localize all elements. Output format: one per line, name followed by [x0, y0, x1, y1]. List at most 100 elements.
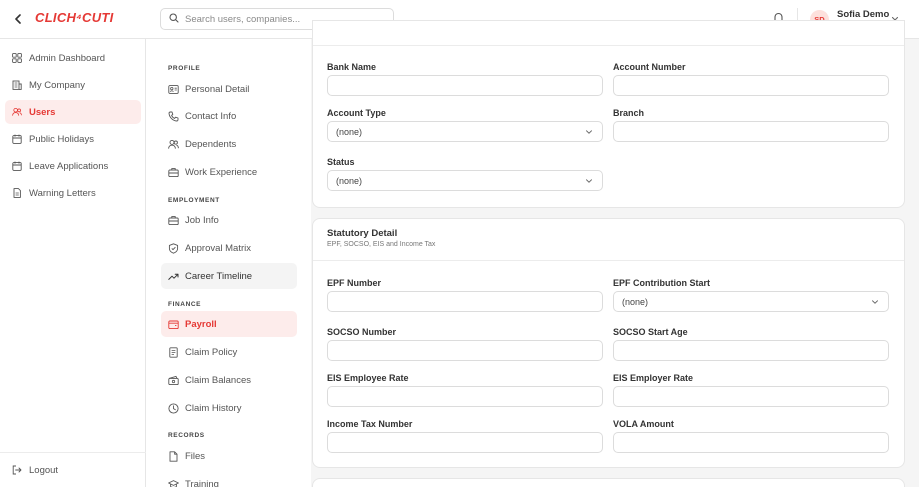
subnav-item-career-timeline[interactable]: Career Timeline: [161, 263, 297, 289]
trend-up-icon: [168, 271, 179, 282]
bank-name-label: Bank Name: [327, 62, 377, 72]
income-tax-number-label: Income Tax Number: [327, 419, 413, 429]
eis-employer-rate-label: EIS Employer Rate: [613, 373, 694, 383]
section-employment: EMPLOYMENT: [168, 197, 220, 204]
next-card: [312, 478, 905, 487]
clock-icon: [168, 402, 179, 414]
subnav-item-personal-detail[interactable]: Personal Detail: [161, 76, 297, 102]
search-icon: [169, 12, 179, 26]
card-header-divider: [313, 45, 904, 46]
subnav-item-payroll[interactable]: Payroll: [161, 311, 297, 337]
subnav-item-label: Job Info: [185, 214, 219, 226]
vola-amount-label: VOLA Amount: [613, 419, 674, 429]
app-logo[interactable]: CLICH⁴CUTI: [35, 10, 114, 25]
graduation-cap-icon: [168, 479, 179, 487]
epf-contribution-start-select[interactable]: (none): [613, 291, 889, 312]
sidebar-item-users[interactable]: Users: [5, 100, 141, 124]
statutory-subtitle: EPF, SOCSO, EIS and Income Tax: [327, 241, 436, 248]
chevron-down-icon: [585, 128, 593, 136]
sidebar-item-public-holidays[interactable]: Public Holidays: [5, 127, 141, 151]
briefcase-icon: [168, 215, 179, 226]
subnav-item-claim-history[interactable]: Claim History: [161, 395, 297, 421]
sidebar-item-my-company[interactable]: My Company: [5, 73, 141, 97]
income-tax-number-input[interactable]: [327, 432, 603, 453]
statutory-detail-card: Statutory Detail EPF, SOCSO, EIS and Inc…: [312, 218, 905, 468]
subnav-item-label: Personal Detail: [185, 83, 250, 95]
phone-icon: [168, 111, 179, 122]
eis-employee-rate-input[interactable]: [327, 386, 603, 407]
calendar-icon: [12, 161, 22, 171]
sidebar-item-label: Warning Letters: [29, 187, 96, 199]
section-records: RECORDS: [168, 432, 205, 439]
briefcase-icon: [168, 167, 179, 178]
card-header-divider: [313, 260, 904, 261]
epf-contribution-start-label: EPF Contribution Start: [613, 278, 710, 288]
subnav-item-job-info[interactable]: Job Info: [161, 207, 297, 233]
subnav-item-work-experience[interactable]: Work Experience: [161, 159, 297, 185]
sidebar: Admin Dashboard My Company Users Public …: [0, 39, 146, 487]
socso-number-label: SOCSO Number: [327, 327, 397, 337]
sidebar-item-label: Leave Applications: [29, 160, 109, 172]
subnav-item-files[interactable]: Files: [161, 443, 297, 469]
subnav-item-approval-matrix[interactable]: Approval Matrix: [161, 235, 297, 261]
account-type-label: Account Type: [327, 108, 386, 118]
user-name[interactable]: Sofia Demo: [837, 9, 889, 20]
account-number-label: Account Number: [613, 62, 686, 72]
sidebar-item-warning-letters[interactable]: Warning Letters: [5, 181, 141, 205]
subnav-item-label: Approval Matrix: [185, 242, 251, 254]
shield-icon: [168, 242, 179, 254]
status-label: Status: [327, 157, 355, 167]
subnav-item-label: Contact Info: [185, 110, 237, 122]
status-value: (none): [336, 175, 363, 186]
subnav-item-label: Dependents: [185, 138, 237, 150]
user-card-icon: [168, 84, 179, 95]
money-icon: [168, 375, 179, 386]
document-icon: [168, 346, 179, 358]
grid-icon: [12, 53, 22, 63]
sidebar-item-admin-dashboard[interactable]: Admin Dashboard: [5, 46, 141, 70]
branch-input[interactable]: [613, 121, 889, 142]
branch-label: Branch: [613, 108, 645, 118]
sidebar-item-label: My Company: [29, 79, 85, 91]
subnav-item-label: Claim Policy: [185, 346, 238, 358]
building-icon: [12, 80, 22, 90]
sidebar-item-label: Admin Dashboard: [29, 52, 106, 64]
logout-label: Logout: [29, 464, 59, 476]
subnav-item-dependents[interactable]: Dependents: [161, 131, 297, 157]
document-icon: [12, 188, 22, 198]
subnav-item-training[interactable]: Training: [161, 471, 297, 487]
subnav-item-contact-info[interactable]: Contact Info: [161, 103, 297, 129]
subnav-item-label: Files: [185, 450, 206, 462]
account-type-select[interactable]: (none): [327, 121, 603, 142]
bank-details-card: Bank Name Account Number Account Type (n…: [312, 20, 905, 208]
epf-number-input[interactable]: [327, 291, 603, 312]
users-icon: [12, 107, 22, 117]
profile-subnav: PROFILE Personal Detail Contact Info Dep…: [146, 39, 311, 487]
calendar-icon: [12, 134, 22, 144]
socso-number-input[interactable]: [327, 340, 603, 361]
section-profile: PROFILE: [168, 65, 201, 72]
subnav-item-label: Work Experience: [185, 166, 258, 178]
subnav-item-claim-policy[interactable]: Claim Policy: [161, 339, 297, 365]
logout-icon: [12, 465, 22, 475]
subnav-item-claim-balances[interactable]: Claim Balances: [161, 367, 297, 393]
socso-start-age-input[interactable]: [613, 340, 889, 361]
epf-contribution-start-value: (none): [622, 296, 649, 307]
back-icon[interactable]: [11, 12, 25, 26]
logout-button[interactable]: Logout: [5, 458, 141, 482]
sidebar-item-label: Public Holidays: [29, 133, 94, 145]
socso-start-age-label: SOCSO Start Age: [613, 327, 688, 337]
eis-employer-rate-input[interactable]: [613, 386, 889, 407]
subnav-item-label: Claim Balances: [185, 374, 251, 386]
account-number-input[interactable]: [613, 75, 889, 96]
status-select[interactable]: (none): [327, 170, 603, 191]
subnav-item-label: Claim History: [185, 402, 242, 414]
chevron-down-icon: [871, 298, 879, 306]
statutory-title: Statutory Detail: [327, 228, 398, 239]
chevron-down-icon: [585, 177, 593, 185]
sidebar-item-leave-applications[interactable]: Leave Applications: [5, 154, 141, 178]
sidebar-divider: [0, 452, 146, 453]
subnav-item-label: Career Timeline: [185, 270, 253, 282]
bank-name-input[interactable]: [327, 75, 603, 96]
vola-amount-input[interactable]: [613, 432, 889, 453]
